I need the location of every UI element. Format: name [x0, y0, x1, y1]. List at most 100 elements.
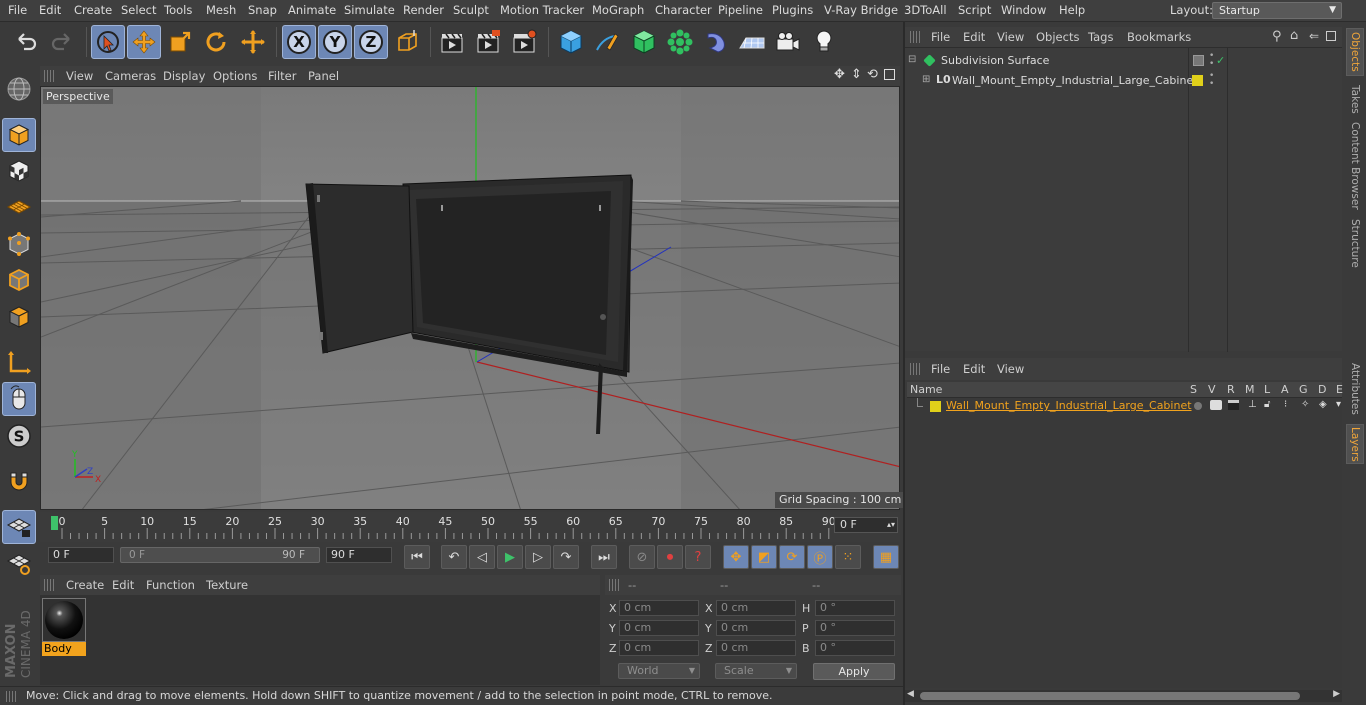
layer-color-swatch[interactable]: [930, 401, 941, 412]
y-axis-lock-button[interactable]: Y: [318, 25, 352, 59]
axis-mode-button[interactable]: [2, 346, 36, 380]
menu-pipeline[interactable]: Pipeline: [718, 3, 763, 17]
menu-motion-tracker[interactable]: Motion Tracker: [500, 3, 584, 17]
apply-button[interactable]: Apply: [813, 663, 895, 680]
menu-select[interactable]: Select: [121, 3, 156, 17]
subdivision-surface-button[interactable]: [627, 25, 661, 59]
enabled-check-icon[interactable]: ✓: [1216, 54, 1225, 67]
back-arrow-icon[interactable]: ⇐: [1309, 29, 1319, 43]
material-name-label[interactable]: Body: [42, 642, 86, 656]
layer-col-animation[interactable]: A: [1281, 383, 1289, 396]
size-z-field[interactable]: 0 cm: [716, 640, 796, 656]
viewport-menu-filter[interactable]: Filter: [268, 69, 296, 83]
record-parameter-button[interactable]: Ⓟ: [807, 545, 833, 569]
current-frame-field[interactable]: 0 F ▴▾: [834, 517, 898, 533]
menu-plugins[interactable]: Plugins: [772, 3, 813, 17]
next-key-button[interactable]: ↷: [553, 545, 579, 569]
manager-icon[interactable]: ⊥: [1248, 399, 1257, 410]
floor-button[interactable]: [735, 25, 769, 59]
next-frame-button[interactable]: ▷: [525, 545, 551, 569]
menu-script[interactable]: Script: [958, 3, 991, 17]
texture-mode-button[interactable]: [2, 154, 36, 188]
object-menu-file[interactable]: File: [931, 30, 950, 44]
make-editable-button[interactable]: [2, 72, 36, 106]
menu-create[interactable]: Create: [74, 3, 112, 17]
scroll-right-icon[interactable]: ▶: [1333, 689, 1340, 699]
material-thumbnail[interactable]: [42, 598, 86, 642]
viewport-zoom-icon[interactable]: ⇕: [851, 67, 862, 82]
viewport-menu-view[interactable]: View: [66, 69, 93, 83]
undo-button[interactable]: [9, 25, 43, 59]
viewport-menu-display[interactable]: Display: [163, 69, 205, 83]
camera-button[interactable]: [771, 25, 805, 59]
menu-character[interactable]: Character: [655, 3, 712, 17]
solo-button[interactable]: S: [2, 419, 36, 453]
menu-snap[interactable]: Snap: [248, 3, 277, 17]
pos-x-field[interactable]: 0 cm: [619, 600, 699, 616]
object-menu-bookmarks[interactable]: Bookmarks: [1127, 30, 1191, 44]
layer-menu-file[interactable]: File: [931, 362, 950, 376]
layer-row[interactable]: Wall_Mount_Empty_Industrial_Large_Cabine…: [905, 398, 1342, 415]
go-to-end-button[interactable]: ⏭: [591, 545, 617, 569]
new-view-icon[interactable]: [1326, 31, 1336, 41]
material-menu-create[interactable]: Create: [66, 578, 104, 592]
pen-spline-button[interactable]: [590, 25, 624, 59]
record-scale-button[interactable]: ◩: [751, 545, 777, 569]
menu-window[interactable]: Window: [1001, 3, 1046, 17]
render-to-picture-viewer-button[interactable]: [471, 25, 505, 59]
planar-workplane-button[interactable]: [2, 546, 36, 580]
side-tab-attributes[interactable]: Attributes: [1346, 358, 1364, 420]
object-menu-objects[interactable]: Objects: [1036, 30, 1079, 44]
menu-mograph[interactable]: MoGraph: [592, 3, 644, 17]
tree-expand-icon[interactable]: ⊞: [922, 74, 930, 85]
side-tab-structure[interactable]: Structure: [1346, 214, 1364, 272]
lock-icon[interactable]: 🔓︎: [1264, 399, 1270, 410]
menu-help[interactable]: Help: [1059, 3, 1085, 17]
animation-icon[interactable]: ⁝: [1284, 399, 1287, 410]
menu-edit[interactable]: Edit: [39, 3, 61, 17]
layer-col-render[interactable]: R: [1227, 383, 1235, 396]
menu-tools[interactable]: Tools: [164, 3, 192, 17]
transform-tool-button[interactable]: [236, 25, 270, 59]
rot-h-field[interactable]: 0 °: [815, 600, 895, 616]
workplane-mode-button[interactable]: [2, 190, 36, 224]
tweak-mode-button[interactable]: [2, 382, 36, 416]
menu-animate[interactable]: Animate: [288, 3, 336, 17]
menu-simulate[interactable]: Simulate: [344, 3, 395, 17]
move-tool-button[interactable]: [127, 25, 161, 59]
menu-vray-bridge[interactable]: V-Ray Bridge: [824, 3, 898, 17]
polygons-mode-button[interactable]: [2, 300, 36, 334]
enable-workplane-lock-button[interactable]: [2, 510, 36, 544]
x-axis-lock-button[interactable]: X: [282, 25, 316, 59]
record-position-button[interactable]: ✥: [723, 545, 749, 569]
previous-key-button[interactable]: ↶: [441, 545, 467, 569]
object-menu-edit[interactable]: Edit: [963, 30, 985, 44]
perspective-viewport[interactable]: Y X Z: [40, 86, 900, 510]
rot-p-field[interactable]: 0 °: [815, 620, 895, 636]
frame-range-slider[interactable]: 0 F 90 F: [120, 547, 320, 563]
render-clapper-icon[interactable]: [1228, 400, 1239, 410]
generator-icon[interactable]: ✧: [1301, 399, 1309, 410]
visibility-dots-icon[interactable]: • •: [1209, 52, 1214, 69]
redo-button[interactable]: [45, 25, 79, 59]
viewport-move-icon[interactable]: ✥: [834, 67, 845, 82]
layer-col-manager[interactable]: M: [1245, 383, 1255, 396]
material-menu-function[interactable]: Function: [146, 578, 195, 592]
size-x-field[interactable]: 0 cm: [716, 600, 796, 616]
rotate-tool-button[interactable]: [199, 25, 233, 59]
layer-col-expressions[interactable]: E: [1336, 383, 1343, 396]
side-tab-layers[interactable]: Layers: [1346, 424, 1364, 464]
material-menu-edit[interactable]: Edit: [112, 578, 134, 592]
layer-menu-view[interactable]: View: [997, 362, 1024, 376]
layer-col-solo[interactable]: S: [1190, 383, 1197, 396]
viewport-maximize-icon[interactable]: [884, 69, 895, 80]
cloner-button[interactable]: [663, 25, 697, 59]
side-tab-content-browser[interactable]: Content Browser: [1346, 122, 1364, 210]
previous-frame-button[interactable]: ◁: [469, 545, 495, 569]
solo-toggle-icon[interactable]: [1194, 402, 1202, 410]
object-menu-tags[interactable]: Tags: [1088, 30, 1113, 44]
scale-tool-button[interactable]: [163, 25, 197, 59]
layer-col-locked[interactable]: L: [1264, 383, 1270, 396]
layer-color-swatch[interactable]: [1192, 75, 1203, 86]
timeline-window-button[interactable]: ▦: [873, 545, 899, 569]
